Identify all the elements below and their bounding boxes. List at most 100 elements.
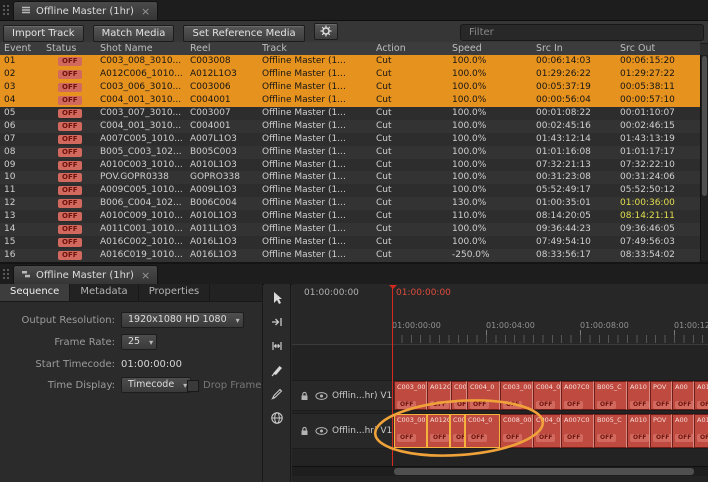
timeline-clip[interactable]: C004_0 OFF: [533, 381, 561, 410]
column-header-reel[interactable]: Reel: [190, 42, 260, 55]
event-row[interactable]: 08 OFF B005_C003_102... B005C003 Offline…: [0, 146, 700, 159]
tab-sequence[interactable]: Sequence: [0, 284, 70, 301]
timeline-clip[interactable]: POV OFF: [650, 381, 672, 410]
timeline-clip[interactable]: A010 OFF: [627, 414, 650, 448]
conform-app-window: Offline Master (1hr) × Import Track Matc…: [0, 0, 708, 482]
event-row[interactable]: 11 OFF A009C005_1010... A009L1O3 Offline…: [0, 184, 700, 197]
event-row[interactable]: 12 OFF B006_C004_102... B006C004 Offline…: [0, 197, 700, 210]
event-row[interactable]: 06 OFF C004_001_3010... C004001 Offline …: [0, 120, 700, 133]
lock-icon[interactable]: [299, 426, 310, 437]
timeline-clip[interactable]: C003_00 OFF: [394, 381, 427, 410]
column-header-src-out[interactable]: Src Out: [620, 42, 700, 55]
timeline-clip[interactable]: POV OFF: [650, 414, 672, 448]
column-header-track[interactable]: Track: [262, 42, 374, 55]
src-out-cell: 01:29:27:22: [620, 68, 700, 81]
timeline-clip[interactable]: A016 OFF: [694, 381, 708, 410]
spreadsheet-settings-button[interactable]: [314, 23, 338, 40]
tab-offline-master-spreadsheet[interactable]: Offline Master (1hr) ×: [13, 1, 158, 20]
razor-tool-button[interactable]: [268, 362, 286, 377]
src-out-cell: 00:00:57:10: [620, 94, 700, 107]
column-header-speed[interactable]: Speed: [452, 42, 534, 55]
clip-label: C008_00: [501, 415, 532, 424]
timeline-clip[interactable]: A007C0 OFF: [561, 381, 594, 410]
trim-tool-button[interactable]: [268, 338, 286, 353]
timeline-clip[interactable]: A012C OFF: [427, 414, 450, 448]
track-name[interactable]: Offlin...hr) V1: [332, 426, 392, 436]
edit-tool-button[interactable]: [268, 386, 286, 401]
panel-grip[interactable]: [2, 268, 10, 280]
column-header-src-in[interactable]: Src In: [536, 42, 618, 55]
start-timecode-value[interactable]: 01:00:00:00: [121, 356, 182, 373]
clip-off-badge: OFF: [653, 434, 672, 442]
timeline-clip[interactable]: C004_0 OFF: [467, 381, 500, 410]
scrollbar-thumb[interactable]: [702, 56, 707, 196]
column-header-event[interactable]: Event: [4, 42, 44, 55]
match-media-button[interactable]: Match Media: [93, 25, 175, 42]
event-row[interactable]: 05 OFF C003_007_3010... C003007 Offline …: [0, 107, 700, 120]
timeline-clip[interactable]: C004_0 OFF: [465, 414, 500, 448]
event-row[interactable]: 09 OFF A010C003_1010... A010L1O3 Offline…: [0, 159, 700, 172]
status-cell: OFF: [46, 197, 98, 210]
tab-metadata[interactable]: Metadata: [70, 284, 138, 301]
timeline-horizontal-scrollbar[interactable]: [292, 466, 708, 476]
timeline-ruler[interactable]: 01:00:00:00 01:00:00:00 01:00:00:0001:00…: [292, 284, 708, 345]
drop-frame-checkbox[interactable]: [187, 380, 199, 392]
clip-off-badge: OFF: [630, 401, 649, 409]
filter-input[interactable]: [460, 24, 704, 41]
timeline-clip[interactable]: C004_0 OFF: [533, 414, 561, 448]
lock-icon[interactable]: [299, 390, 310, 401]
set-reference-media-button[interactable]: Set Reference Media: [183, 25, 304, 42]
timeline-clip[interactable]: A00 OFF: [672, 414, 694, 448]
event-row[interactable]: 03 OFF C003_006_3010... C003006 Offline …: [0, 81, 700, 94]
timeline-clip[interactable]: C003_00 OFF: [500, 381, 533, 410]
timeline-clip[interactable]: A012C OFF: [427, 381, 451, 410]
event-row[interactable]: 16 OFF A016C019_1010... A016L1O3 Offline…: [0, 249, 700, 262]
visibility-eye-icon[interactable]: [315, 427, 328, 436]
select-track-tool-button[interactable]: [268, 314, 286, 329]
timeline-clip[interactable]: C008_00 OFF: [500, 414, 533, 448]
tab-close-icon[interactable]: ×: [141, 5, 150, 18]
event-row[interactable]: 02 OFF A012C006_1010... A012L1O3 Offline…: [0, 68, 700, 81]
tab-properties[interactable]: Properties: [139, 284, 211, 301]
globe-tool-button[interactable]: [268, 410, 286, 425]
timeline-clip[interactable]: A010 OFF: [627, 381, 650, 410]
track-name[interactable]: Offlin...hr) V1: [332, 391, 392, 401]
event-row[interactable]: 10 OFF POV.GOPR0338 GOPRO338 Offline Mas…: [0, 171, 700, 184]
event-row[interactable]: 07 OFF A007C005_1010... A007L1O3 Offline…: [0, 133, 700, 146]
event-row[interactable]: 13 OFF A010C009_1010... A010L1O3 Offline…: [0, 210, 700, 223]
timeline-clip[interactable]: C003_00 OFF: [394, 414, 427, 448]
output-resolution-select[interactable]: 1920x1080 HD 1080▾: [121, 312, 244, 328]
src-out-cell: 01:43:13:19: [620, 133, 700, 146]
panel-grip[interactable]: [2, 4, 10, 16]
event-row[interactable]: 04 OFF C004_001_3010... C004001 Offline …: [0, 94, 700, 107]
timeline-clip[interactable]: B005_C OFF: [594, 381, 627, 410]
event-row[interactable]: 15 OFF A016C002_1010... A016L1O3 Offline…: [0, 236, 700, 249]
tab-offline-master-timeline[interactable]: Offline Master (1hr) ×: [13, 265, 158, 284]
playhead[interactable]: [392, 286, 393, 466]
frame-rate-value: 25: [128, 336, 140, 347]
src-in-cell: 00:31:23:08: [536, 171, 618, 184]
visibility-eye-icon[interactable]: [315, 391, 328, 400]
time-display-select[interactable]: Timecode▾: [121, 377, 191, 393]
event-row[interactable]: 01 OFF C003_008_3010... C003008 Offline …: [0, 55, 700, 68]
column-header-status[interactable]: Status: [46, 42, 98, 55]
timeline-clip[interactable]: A00 OFF: [672, 381, 694, 410]
column-header-action[interactable]: Action: [376, 42, 450, 55]
timeline-clip[interactable]: C00 OFF: [451, 381, 467, 410]
shot-name-cell: POV.GOPR0338: [100, 171, 188, 184]
import-track-button[interactable]: Import Track: [3, 25, 84, 42]
timeline-clip[interactable]: C00 OFF: [450, 414, 465, 448]
timeline-clip[interactable]: B005_C OFF: [594, 414, 627, 448]
clip-off-badge: OFF: [536, 434, 555, 442]
column-header-shot-name[interactable]: Shot Name: [100, 42, 188, 55]
tab-close-icon[interactable]: ×: [141, 269, 150, 282]
status-cell: OFF: [46, 107, 98, 120]
clip-label: A010: [628, 382, 649, 391]
pointer-tool-button[interactable]: [268, 290, 286, 305]
scrollbar-thumb[interactable]: [394, 468, 694, 475]
timeline-clip[interactable]: A016 OFF: [694, 414, 708, 448]
frame-rate-select[interactable]: 25▾: [121, 334, 157, 350]
table-vertical-scrollbar[interactable]: [700, 55, 708, 262]
timeline-clip[interactable]: A007C0 OFF: [561, 414, 594, 448]
event-row[interactable]: 14 OFF A011C001_1010... A011L1O3 Offline…: [0, 223, 700, 236]
